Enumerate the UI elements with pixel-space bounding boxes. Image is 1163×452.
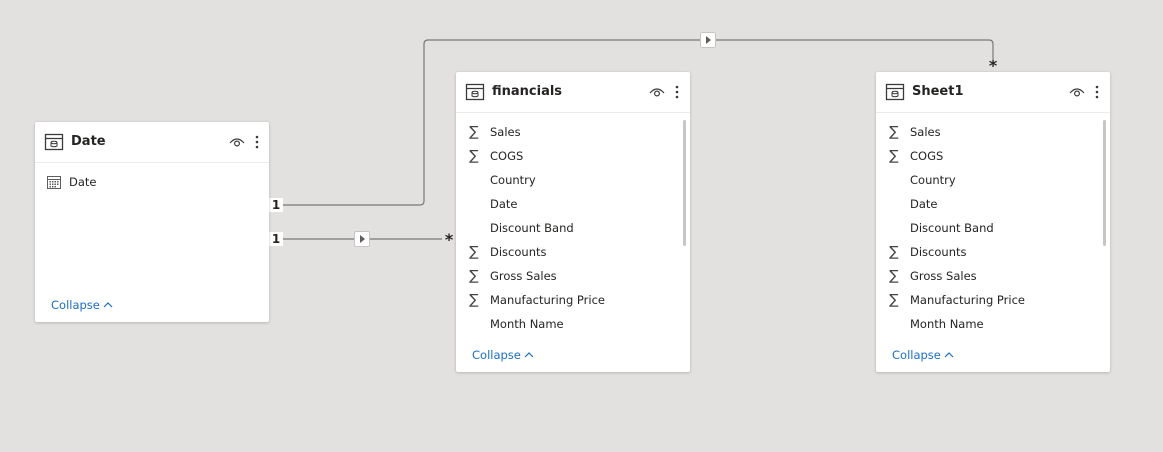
sigma-icon: ∑	[469, 124, 479, 140]
collapse-button[interactable]: Collapse	[51, 298, 113, 312]
collapse-button[interactable]: Collapse	[892, 348, 954, 362]
eye-icon[interactable]	[1069, 85, 1085, 99]
field-item[interactable]: ∑ Gross Sales	[876, 264, 1110, 288]
collapse-label: Collapse	[892, 348, 941, 362]
collapse-label: Collapse	[51, 298, 100, 312]
field-item[interactable]: ∑ Sales	[876, 120, 1110, 144]
chevron-up-icon	[944, 352, 954, 358]
field-label: Sales	[490, 125, 521, 139]
field-label: Discount Band	[910, 221, 994, 235]
table-icon	[885, 83, 905, 101]
field-list: Date	[35, 170, 269, 194]
field-label: Manufacturing Price	[490, 293, 605, 307]
field-item[interactable]: ∑ COGS	[456, 144, 690, 168]
more-options-icon[interactable]	[673, 83, 681, 101]
cardinality-one-top: 1	[269, 198, 283, 212]
chevron-up-icon	[103, 302, 113, 308]
field-label: Month Name	[490, 317, 564, 331]
more-options-icon[interactable]	[253, 133, 261, 151]
field-item[interactable]: Discount Band	[456, 216, 690, 240]
table-card-sheet1[interactable]: Sheet1 ∑ Sales ∑ COGS Country Date Discoun…	[876, 72, 1110, 372]
field-label: Discounts	[910, 245, 967, 259]
sigma-icon: ∑	[469, 268, 479, 284]
collapse-button[interactable]: Collapse	[472, 348, 534, 362]
field-item[interactable]: Month Name	[876, 312, 1110, 336]
collapse-label: Collapse	[472, 348, 521, 362]
field-label: Date	[910, 197, 938, 211]
cardinality-many-sheet1: *	[988, 56, 998, 75]
field-list: ∑ Sales ∑ COGS Country Date Discount Band …	[876, 120, 1110, 336]
field-item[interactable]: ∑ Gross Sales	[456, 264, 690, 288]
eye-icon[interactable]	[649, 85, 665, 99]
sigma-icon: ∑	[889, 292, 899, 308]
field-item[interactable]: ∑ Sales	[456, 120, 690, 144]
table-header[interactable]: Sheet1	[876, 72, 1110, 113]
model-canvas[interactable]: 1 1 * * Date Date Collapse financials ∑ …	[0, 0, 1163, 452]
sigma-icon: ∑	[889, 124, 899, 140]
field-label: Sales	[910, 125, 941, 139]
table-title: financials	[492, 84, 563, 99]
sigma-icon: ∑	[889, 148, 899, 164]
field-label: Date	[490, 197, 518, 211]
field-label: Month Name	[910, 317, 984, 331]
table-title: Sheet1	[912, 84, 964, 99]
sigma-icon: ∑	[469, 244, 479, 260]
table-title: Date	[71, 134, 106, 149]
field-label: Date	[69, 175, 97, 189]
field-item[interactable]: Date	[456, 192, 690, 216]
chevron-up-icon	[524, 352, 534, 358]
field-label: Country	[910, 173, 956, 187]
cardinality-one-bottom: 1	[269, 232, 283, 246]
field-item[interactable]: Country	[456, 168, 690, 192]
field-item[interactable]: Date	[876, 192, 1110, 216]
field-item[interactable]: Discount Band	[876, 216, 1110, 240]
field-label: COGS	[490, 149, 524, 163]
field-label: Discount Band	[490, 221, 574, 235]
filter-direction-arrow-bottom[interactable]	[354, 231, 370, 247]
eye-icon[interactable]	[229, 135, 245, 149]
field-item[interactable]: Month Name	[456, 312, 690, 336]
scrollbar[interactable]	[1103, 120, 1106, 246]
field-label: Manufacturing Price	[910, 293, 1025, 307]
sigma-icon: ∑	[469, 292, 479, 308]
sigma-icon: ∑	[889, 244, 899, 260]
table-icon	[44, 133, 64, 151]
table-card-financials[interactable]: financials ∑ Sales ∑ COGS Country Date Dis…	[456, 72, 690, 372]
table-header[interactable]: Date	[35, 122, 269, 163]
field-list: ∑ Sales ∑ COGS Country Date Discount Band …	[456, 120, 690, 336]
field-item[interactable]: ∑ Discounts	[876, 240, 1110, 264]
field-item[interactable]: ∑ Manufacturing Price	[876, 288, 1110, 312]
field-label: Country	[490, 173, 536, 187]
calendar-icon	[47, 176, 61, 189]
field-label: Gross Sales	[910, 269, 977, 283]
table-icon	[465, 83, 485, 101]
table-card-date[interactable]: Date Date Collapse	[35, 122, 269, 322]
field-item[interactable]: Date	[35, 170, 269, 194]
sigma-icon: ∑	[469, 148, 479, 164]
field-label: Discounts	[490, 245, 547, 259]
more-options-icon[interactable]	[1093, 83, 1101, 101]
table-header[interactable]: financials	[456, 72, 690, 113]
filter-direction-arrow-top[interactable]	[700, 32, 716, 48]
cardinality-many-financials: *	[444, 230, 454, 249]
sigma-icon: ∑	[889, 268, 899, 284]
field-item[interactable]: ∑ Discounts	[456, 240, 690, 264]
scrollbar[interactable]	[683, 120, 686, 246]
field-item[interactable]: ∑ Manufacturing Price	[456, 288, 690, 312]
field-label: COGS	[910, 149, 944, 163]
field-item[interactable]: Country	[876, 168, 1110, 192]
field-item[interactable]: ∑ COGS	[876, 144, 1110, 168]
field-label: Gross Sales	[490, 269, 557, 283]
